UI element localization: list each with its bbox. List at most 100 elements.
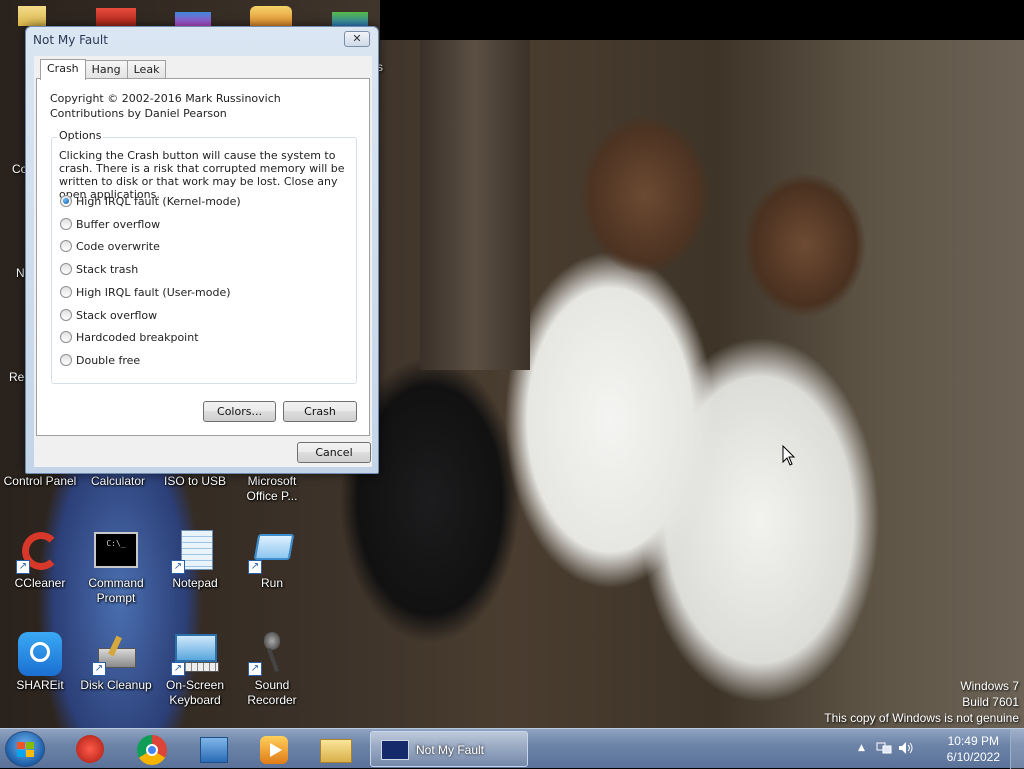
desktop-icon-top-4[interactable] [332,12,368,26]
taskbar-pin-network-app[interactable] [190,731,238,767]
desktop-icon-run[interactable]: ↗ Run [232,530,312,591]
desktop-icon-top-2[interactable] [175,12,211,26]
desktop-icon-label: Sound Recorder [247,678,297,707]
option-stack-trash[interactable]: Stack trash [60,261,138,277]
option-high-irql-user[interactable]: High IRQL fault (User-mode) [60,284,231,300]
clock-time: 10:49 PM [947,734,999,748]
radio-button[interactable] [60,263,72,275]
shortcut-arrow-icon: ↗ [171,662,185,676]
desktop-icon-label: SHAREit [16,678,64,692]
cancel-button[interactable]: Cancel [297,442,371,463]
desktop-icon-label: On-Screen Keyboard [165,678,225,707]
option-code-overwrite[interactable]: Code overwrite [60,238,160,254]
option-high-irql-kernel[interactable]: High IRQL fault (Kernel-mode) [60,193,241,209]
radio-button[interactable] [60,195,72,207]
taskbar-pin-media-player[interactable] [250,731,298,767]
notepad-icon: ↗ [171,530,219,574]
tab-strip: Crash Hang Leak [40,59,167,80]
desktop-icon-ccleaner[interactable]: ↗ CCleaner [0,530,80,591]
crash-tab-panel: Copyright © 2002-2016 Mark Russinovich C… [36,78,370,436]
colors-button[interactable]: Colors... [203,401,276,422]
desktop-icon-calculator[interactable]: Calculator [78,474,158,489]
volume-icon[interactable] [898,741,914,758]
shortcut-arrow-icon: ↗ [92,662,106,676]
shortcut-arrow-icon: ↗ [248,560,262,574]
option-label: Double free [76,353,141,367]
show-desktop-button[interactable] [1010,729,1024,769]
radio-button[interactable] [60,218,72,230]
desktop-icon-command-prompt[interactable]: C:\_ Command Prompt [76,530,156,606]
windows-watermark: Windows 7 Build 7601 This copy of Window… [824,678,1019,726]
file-explorer-icon [320,739,352,763]
copyright-text: Copyright © 2002-2016 Mark Russinovich C… [50,91,281,121]
radio-button[interactable] [60,286,72,298]
desktop-icon-top-folder[interactable] [18,6,46,26]
desktop-icon-label: CCleaner [14,576,66,590]
not-my-fault-window: Not My Fault ✕ Crash Hang Leak Copyright… [25,26,379,474]
option-label: Stack trash [76,262,139,276]
desktop-icon-office[interactable]: Microsoft Office P... [232,474,312,504]
desktop-icon-top-1[interactable] [96,8,136,26]
copyright-line: Copyright © 2002-2016 Mark Russinovich [50,92,281,105]
desktop-icon-label: Disk Cleanup [80,678,152,692]
taskbar: Not My Fault ▲ 10:49 PM 6/10/2022 [0,728,1024,769]
option-label: Stack overflow [76,308,158,322]
radio-button[interactable] [60,240,72,252]
taskbar-clock[interactable]: 10:49 PM 6/10/2022 [947,733,1000,765]
radio-button[interactable] [60,309,72,321]
ccleaner-icon: ↗ [16,530,64,574]
window-title: Not My Fault [33,33,108,47]
mouse-cursor-icon [782,445,796,466]
option-stack-overflow[interactable]: Stack overflow [60,307,157,323]
windows-logo-icon [17,742,35,758]
options-legend: Options [57,129,104,142]
close-icon: ✕ [352,32,362,45]
desktop-icon-label: Notepad [172,576,218,590]
taskbar-pin-chrome[interactable] [128,731,176,767]
network-icon[interactable] [876,741,892,758]
desktop-icon-shareit[interactable]: SHAREit [0,632,80,693]
command-prompt-icon: C:\_ [92,530,140,574]
desktop-icon-partial-network[interactable]: N [16,266,25,280]
taskbar-pin-file-explorer[interactable] [312,731,360,767]
option-hardcoded-breakpoint[interactable]: Hardcoded breakpoint [60,329,199,345]
radio-button[interactable] [60,354,72,366]
taskbar-pin-media-download[interactable] [66,731,114,767]
shortcut-arrow-icon: ↗ [16,560,30,574]
radio-button[interactable] [60,331,72,343]
tab-leak[interactable]: Leak [126,60,167,79]
desktop-icon-iso-to-usb[interactable]: ISO to USB [155,474,235,489]
tab-hang[interactable]: Hang [84,60,128,79]
clock-date: 6/10/2022 [946,750,1000,764]
tab-crash[interactable]: Crash [40,59,86,80]
sound-recorder-icon: ↗ [248,632,296,676]
taskbar-task-not-my-fault[interactable]: Not My Fault [370,731,528,767]
option-buffer-overflow[interactable]: Buffer overflow [60,216,160,232]
on-screen-keyboard-icon: ↗ [171,632,219,676]
desktop-icon-label: Command Prompt [88,576,144,605]
wallpaper-pillar [420,40,530,370]
contributions-line: Contributions by Daniel Pearson [50,107,227,120]
watermark-genuine-notice: This copy of Windows is not genuine [824,711,1019,725]
desktop-icon-label: Run [260,576,283,590]
not-my-fault-app-icon [381,740,409,760]
desktop-icon-label: Control Panel [3,474,77,488]
watermark-os: Windows 7 [960,679,1019,693]
show-hidden-icons-icon[interactable]: ▲ [858,743,865,753]
option-label: High IRQL fault (Kernel-mode) [76,194,241,208]
desktop-icon-disk-cleanup[interactable]: ↗ Disk Cleanup [76,632,156,693]
start-button[interactable] [5,731,45,767]
option-label: Code overwrite [76,239,160,253]
desktop-icon-top-3[interactable] [250,6,292,26]
desktop-icon-label: Calculator [90,474,146,488]
system-tray: ▲ 10:49 PM 6/10/2022 [854,729,1024,769]
window-titlebar[interactable]: Not My Fault ✕ [26,27,378,53]
option-double-free[interactable]: Double free [60,352,140,368]
desktop-icon-sound-recorder[interactable]: ↗ Sound Recorder [232,632,312,708]
desktop-icon-notepad[interactable]: ↗ Notepad [155,530,235,591]
crash-button[interactable]: Crash [283,401,357,422]
network-app-icon [200,737,228,763]
option-label: Hardcoded breakpoint [76,330,199,344]
desktop-icon-on-screen-keyboard[interactable]: ↗ On-Screen Keyboard [155,632,235,708]
close-button[interactable]: ✕ [344,31,370,47]
